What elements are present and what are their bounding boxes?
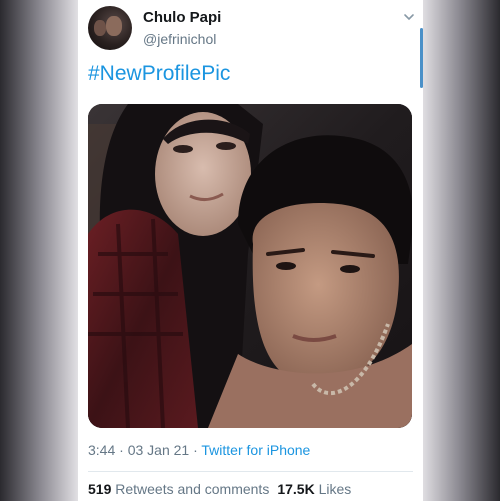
- tweet-card: Chulo Papi @jefrinichol #NewProfilePic 3…: [78, 0, 423, 501]
- likes-label: Likes: [318, 481, 352, 497]
- display-name[interactable]: Chulo Papi: [143, 9, 221, 26]
- tweet-source-link[interactable]: Twitter for iPhone: [201, 442, 310, 458]
- tweet-date[interactable]: 03 Jan 21: [128, 442, 190, 458]
- user-handle[interactable]: @jefrinichol: [143, 31, 216, 47]
- tweet-meta: 3:44 · 03 Jan 21 · Twitter for iPhone: [88, 442, 310, 458]
- meta-separator: ·: [119, 442, 124, 458]
- divider: [88, 471, 413, 472]
- retweets-label: Retweets and comments: [115, 481, 270, 497]
- source-separator: ·: [193, 442, 198, 458]
- tweet-time: 3:44: [88, 442, 116, 458]
- scrollbar[interactable]: [420, 28, 423, 88]
- likes-stat[interactable]: 17.5K Likes: [277, 481, 351, 497]
- likes-count: 17.5K: [277, 481, 315, 497]
- retweets-stat[interactable]: 519 Retweets and comments: [88, 481, 269, 497]
- tweet-stats: 519 Retweets and comments 17.5K Likes: [88, 481, 351, 497]
- retweets-count: 519: [88, 481, 112, 497]
- avatar[interactable]: [88, 6, 132, 50]
- tweet-photo[interactable]: [88, 104, 412, 428]
- hashtag-link[interactable]: #NewProfilePic: [88, 62, 230, 86]
- chevron-down-icon[interactable]: [403, 12, 415, 22]
